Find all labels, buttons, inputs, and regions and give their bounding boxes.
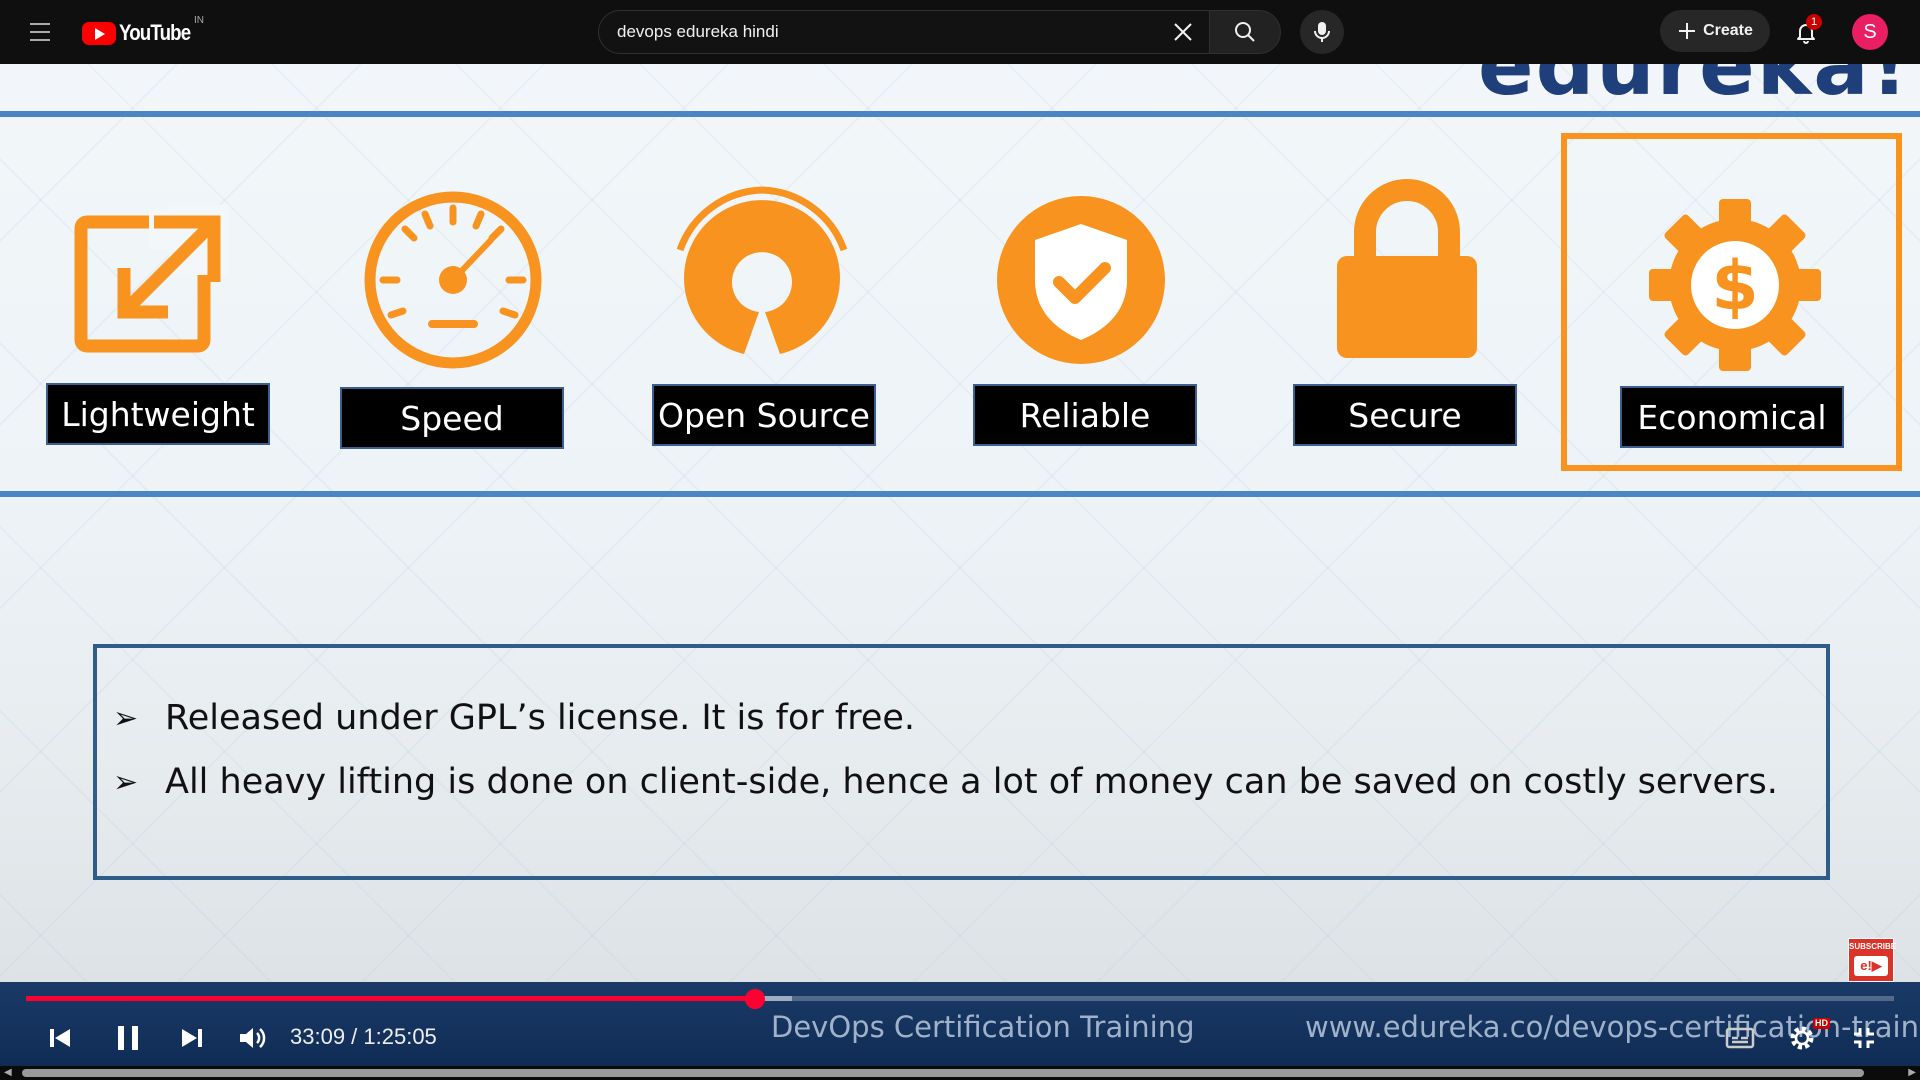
speedometer-icon (364, 191, 542, 369)
create-button[interactable]: Create (1660, 10, 1770, 52)
subscribe-text: SUBSCRIBE (1849, 942, 1897, 951)
feature-label: Lightweight (46, 383, 270, 445)
create-label: Create (1703, 22, 1753, 39)
exit-fullscreen-button[interactable] (1842, 1016, 1886, 1060)
progress-scrubber[interactable] (744, 989, 765, 1009)
youtube-play-icon (82, 21, 116, 45)
next-button[interactable] (170, 1016, 214, 1060)
description-box: ➢ Released under GPL’s license. It is fo… (93, 644, 1830, 880)
clear-search-button[interactable] (1163, 12, 1203, 52)
hd-badge: HD (1813, 1018, 1830, 1029)
microphone-icon (1314, 22, 1330, 42)
course-title-watermark: DevOps Certification Training (771, 1010, 1195, 1044)
scroll-right-icon[interactable]: ▶ (1908, 1067, 1916, 1078)
previous-button[interactable] (38, 1016, 82, 1060)
shield-check-icon (997, 196, 1165, 364)
youtube-wordmark: YouTube (119, 20, 191, 45)
progress-bar[interactable] (26, 989, 1894, 1009)
volume-button[interactable] (230, 1016, 274, 1060)
pause-button[interactable] (106, 1016, 150, 1060)
bullet-item: ➢ All heavy lifting is done on client-si… (113, 750, 1826, 814)
plus-icon (1679, 23, 1696, 39)
close-icon (1174, 23, 1192, 41)
volume-icon (240, 1028, 266, 1048)
voice-search-button[interactable] (1300, 10, 1344, 54)
feature-label: Reliable (973, 384, 1197, 446)
bullet-item: ➢ Released under GPL’s license. It is fo… (113, 686, 1826, 750)
hamburger-menu-icon[interactable] (20, 12, 60, 52)
masthead: YouTube IN Create (0, 0, 1920, 64)
progress-played (26, 996, 755, 1001)
slide-top-rule (0, 111, 1920, 117)
lock-icon (1337, 179, 1477, 358)
arrow-bullet-icon: ➢ (113, 764, 139, 800)
scroll-left-icon[interactable]: ◀ (4, 1067, 12, 1078)
open-source-icon (676, 186, 848, 354)
youtube-logo[interactable]: YouTube (82, 20, 203, 46)
arrow-bullet-icon: ➢ (113, 700, 139, 736)
subtitles-button[interactable] (1718, 1016, 1762, 1060)
captions-icon (1725, 1027, 1755, 1049)
gear-icon (1790, 1026, 1814, 1050)
scrollbar-thumb[interactable] (22, 1069, 1864, 1077)
search-input[interactable] (617, 11, 1137, 53)
avatar[interactable]: S (1852, 14, 1888, 50)
feature-label: Open Source (652, 384, 876, 446)
video-frame[interactable]: edureka! Lightweight Speed Open Source R… (0, 0, 1920, 1080)
dollar-gear-icon: $ (1649, 199, 1821, 371)
notifications-button[interactable]: 1 (1786, 12, 1826, 52)
search-icon (1235, 22, 1255, 42)
exit-fullscreen-icon (1854, 1028, 1874, 1048)
external-link-icon (74, 205, 229, 353)
bullet-text: All heavy lifting is done on client-side… (165, 762, 1778, 802)
slide-bottom-rule (0, 491, 1920, 497)
region-code: IN (194, 15, 204, 26)
bullet-text: Released under GPL’s license. It is for … (165, 698, 916, 738)
svg-text:$: $ (1711, 247, 1758, 326)
notification-badge: 1 (1806, 14, 1822, 30)
time-display: 33:09 / 1:25:05 (290, 1024, 437, 1049)
horizontal-scrollbar[interactable]: ◀ ▶ (0, 1066, 1920, 1080)
skip-previous-icon (50, 1029, 70, 1047)
feature-label: Economical (1620, 386, 1844, 448)
search-button[interactable] (1209, 10, 1281, 54)
feature-label: Secure (1293, 384, 1517, 446)
edureka-mini-logo: e!▶ (1854, 956, 1888, 976)
pause-icon (118, 1026, 138, 1050)
settings-button[interactable]: HD (1780, 1016, 1830, 1060)
search-box (598, 10, 1210, 54)
skip-next-icon (182, 1029, 202, 1047)
subscribe-watermark[interactable]: SUBSCRIBE e!▶ (1848, 938, 1897, 982)
feature-label: Speed (340, 387, 564, 449)
